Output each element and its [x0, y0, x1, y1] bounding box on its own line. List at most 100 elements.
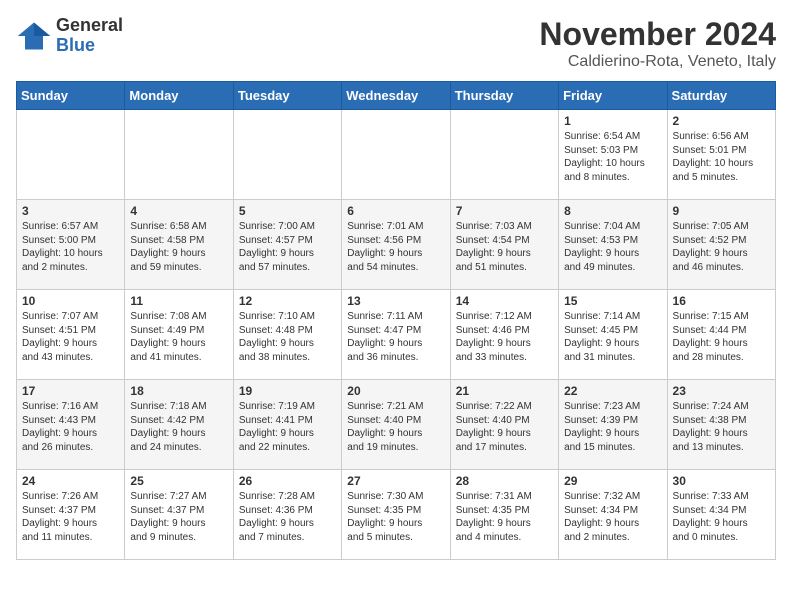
day-info: Sunrise: 7:23 AM Sunset: 4:39 PM Dayligh…: [564, 400, 661, 454]
day-info: Sunrise: 7:28 AM Sunset: 4:36 PM Dayligh…: [239, 490, 336, 544]
day-number: 16: [673, 294, 770, 308]
weekday-thursday: Thursday: [450, 82, 558, 110]
day-number: 11: [130, 294, 227, 308]
day-info: Sunrise: 6:54 AM Sunset: 5:03 PM Dayligh…: [564, 130, 661, 184]
calendar-cell: [450, 110, 558, 200]
day-info: Sunrise: 7:03 AM Sunset: 4:54 PM Dayligh…: [456, 220, 553, 274]
day-number: 4: [130, 204, 227, 218]
calendar-cell: 3 Sunrise: 6:57 AM Sunset: 5:00 PM Daylig…: [17, 200, 125, 290]
header: General Blue November 2024 Caldierino-Ro…: [16, 16, 776, 71]
logo-general: General: [56, 16, 123, 36]
day-number: 2: [673, 114, 770, 128]
day-info: Sunrise: 6:58 AM Sunset: 4:58 PM Dayligh…: [130, 220, 227, 274]
logo-blue: Blue: [56, 36, 123, 56]
calendar-cell: 28Sunrise: 7:31 AM Sunset: 4:35 PM Dayli…: [450, 470, 558, 560]
week-row-1: 1 Sunrise: 6:54 AM Sunset: 5:03 PM Daylig…: [17, 110, 776, 200]
calendar-cell: 10 Sunrise: 7:07 AM Sunset: 4:51 PM Dayli…: [17, 290, 125, 380]
calendar-cell: 5 Sunrise: 7:00 AM Sunset: 4:57 PM Daylig…: [233, 200, 341, 290]
day-info: Sunrise: 7:05 AM Sunset: 4:52 PM Dayligh…: [673, 220, 770, 274]
weekday-wednesday: Wednesday: [342, 82, 450, 110]
logo: General Blue: [16, 16, 123, 56]
day-info: Sunrise: 6:56 AM Sunset: 5:01 PM Dayligh…: [673, 130, 770, 184]
calendar-cell: 12 Sunrise: 7:10 AM Sunset: 4:48 PM Dayli…: [233, 290, 341, 380]
calendar-cell: 19Sunrise: 7:19 AM Sunset: 4:41 PM Dayli…: [233, 380, 341, 470]
day-info: Sunrise: 7:18 AM Sunset: 4:42 PM Dayligh…: [130, 400, 227, 454]
day-info: Sunrise: 7:12 AM Sunset: 4:46 PM Dayligh…: [456, 310, 553, 364]
calendar-cell: 17 Sunrise: 7:16 AM Sunset: 4:43 PM Dayli…: [17, 380, 125, 470]
calendar-cell: 15 Sunrise: 7:14 AM Sunset: 4:45 PM Dayli…: [559, 290, 667, 380]
day-number: 13: [347, 294, 444, 308]
calendar-cell: 13Sunrise: 7:11 AM Sunset: 4:47 PM Dayli…: [342, 290, 450, 380]
calendar-cell: 29Sunrise: 7:32 AM Sunset: 4:34 PM Dayli…: [559, 470, 667, 560]
day-info: Sunrise: 7:15 AM Sunset: 4:44 PM Dayligh…: [673, 310, 770, 364]
day-number: 21: [456, 384, 553, 398]
calendar-body: 1 Sunrise: 6:54 AM Sunset: 5:03 PM Daylig…: [17, 110, 776, 560]
day-number: 5: [239, 204, 336, 218]
day-info: Sunrise: 7:19 AM Sunset: 4:41 PM Dayligh…: [239, 400, 336, 454]
day-info: Sunrise: 7:27 AM Sunset: 4:37 PM Dayligh…: [130, 490, 227, 544]
day-number: 30: [673, 474, 770, 488]
day-number: 25: [130, 474, 227, 488]
weekday-header: SundayMondayTuesdayWednesdayThursdayFrid…: [17, 82, 776, 110]
calendar-cell: [233, 110, 341, 200]
calendar-cell: 26Sunrise: 7:28 AM Sunset: 4:36 PM Dayli…: [233, 470, 341, 560]
day-number: 18: [130, 384, 227, 398]
day-number: 23: [673, 384, 770, 398]
day-number: 10: [22, 294, 119, 308]
week-row-4: 17 Sunrise: 7:16 AM Sunset: 4:43 PM Dayli…: [17, 380, 776, 470]
day-number: 12: [239, 294, 336, 308]
calendar-cell: 27Sunrise: 7:30 AM Sunset: 4:35 PM Dayli…: [342, 470, 450, 560]
calendar-cell: 22 Sunrise: 7:23 AM Sunset: 4:39 PM Dayli…: [559, 380, 667, 470]
day-info: Sunrise: 7:04 AM Sunset: 4:53 PM Dayligh…: [564, 220, 661, 274]
weekday-sunday: Sunday: [17, 82, 125, 110]
day-info: Sunrise: 7:21 AM Sunset: 4:40 PM Dayligh…: [347, 400, 444, 454]
day-info: Sunrise: 7:10 AM Sunset: 4:48 PM Dayligh…: [239, 310, 336, 364]
weekday-friday: Friday: [559, 82, 667, 110]
day-number: 7: [456, 204, 553, 218]
day-number: 20: [347, 384, 444, 398]
calendar-cell: 24Sunrise: 7:26 AM Sunset: 4:37 PM Dayli…: [17, 470, 125, 560]
day-number: 6: [347, 204, 444, 218]
calendar-cell: 20 Sunrise: 7:21 AM Sunset: 4:40 PM Dayli…: [342, 380, 450, 470]
day-number: 3: [22, 204, 119, 218]
day-info: Sunrise: 7:01 AM Sunset: 4:56 PM Dayligh…: [347, 220, 444, 274]
day-info: Sunrise: 7:33 AM Sunset: 4:34 PM Dayligh…: [673, 490, 770, 544]
calendar-cell: 7 Sunrise: 7:03 AM Sunset: 4:54 PM Daylig…: [450, 200, 558, 290]
calendar-cell: [125, 110, 233, 200]
calendar-cell: 30 Sunrise: 7:33 AM Sunset: 4:34 PM Dayli…: [667, 470, 775, 560]
calendar-cell: 4 Sunrise: 6:58 AM Sunset: 4:58 PM Daylig…: [125, 200, 233, 290]
day-info: Sunrise: 7:00 AM Sunset: 4:57 PM Dayligh…: [239, 220, 336, 274]
day-info: Sunrise: 6:57 AM Sunset: 5:00 PM Dayligh…: [22, 220, 119, 274]
day-info: Sunrise: 7:30 AM Sunset: 4:35 PM Dayligh…: [347, 490, 444, 544]
calendar-cell: 6 Sunrise: 7:01 AM Sunset: 4:56 PM Daylig…: [342, 200, 450, 290]
day-info: Sunrise: 7:07 AM Sunset: 4:51 PM Dayligh…: [22, 310, 119, 364]
calendar-cell: 23 Sunrise: 7:24 AM Sunset: 4:38 PM Dayli…: [667, 380, 775, 470]
month-title: November 2024: [539, 16, 776, 53]
calendar-cell: 9 Sunrise: 7:05 AM Sunset: 4:52 PM Daylig…: [667, 200, 775, 290]
day-number: 14: [456, 294, 553, 308]
day-number: 17: [22, 384, 119, 398]
calendar-cell: 21Sunrise: 7:22 AM Sunset: 4:40 PM Dayli…: [450, 380, 558, 470]
calendar-cell: 11 Sunrise: 7:08 AM Sunset: 4:49 PM Dayli…: [125, 290, 233, 380]
day-number: 22: [564, 384, 661, 398]
calendar-table: SundayMondayTuesdayWednesdayThursdayFrid…: [16, 81, 776, 560]
weekday-monday: Monday: [125, 82, 233, 110]
day-info: Sunrise: 7:31 AM Sunset: 4:35 PM Dayligh…: [456, 490, 553, 544]
day-number: 15: [564, 294, 661, 308]
day-info: Sunrise: 7:16 AM Sunset: 4:43 PM Dayligh…: [22, 400, 119, 454]
calendar-cell: 1 Sunrise: 6:54 AM Sunset: 5:03 PM Daylig…: [559, 110, 667, 200]
day-number: 9: [673, 204, 770, 218]
logo-text: General Blue: [56, 16, 123, 56]
calendar-cell: [17, 110, 125, 200]
day-number: 1: [564, 114, 661, 128]
week-row-2: 3 Sunrise: 6:57 AM Sunset: 5:00 PM Daylig…: [17, 200, 776, 290]
day-info: Sunrise: 7:26 AM Sunset: 4:37 PM Dayligh…: [22, 490, 119, 544]
week-row-5: 24Sunrise: 7:26 AM Sunset: 4:37 PM Dayli…: [17, 470, 776, 560]
calendar-cell: 2 Sunrise: 6:56 AM Sunset: 5:01 PM Daylig…: [667, 110, 775, 200]
title-section: November 2024 Caldierino-Rota, Veneto, I…: [539, 16, 776, 71]
day-number: 8: [564, 204, 661, 218]
calendar-cell: [342, 110, 450, 200]
day-info: Sunrise: 7:08 AM Sunset: 4:49 PM Dayligh…: [130, 310, 227, 364]
day-info: Sunrise: 7:24 AM Sunset: 4:38 PM Dayligh…: [673, 400, 770, 454]
day-info: Sunrise: 7:14 AM Sunset: 4:45 PM Dayligh…: [564, 310, 661, 364]
